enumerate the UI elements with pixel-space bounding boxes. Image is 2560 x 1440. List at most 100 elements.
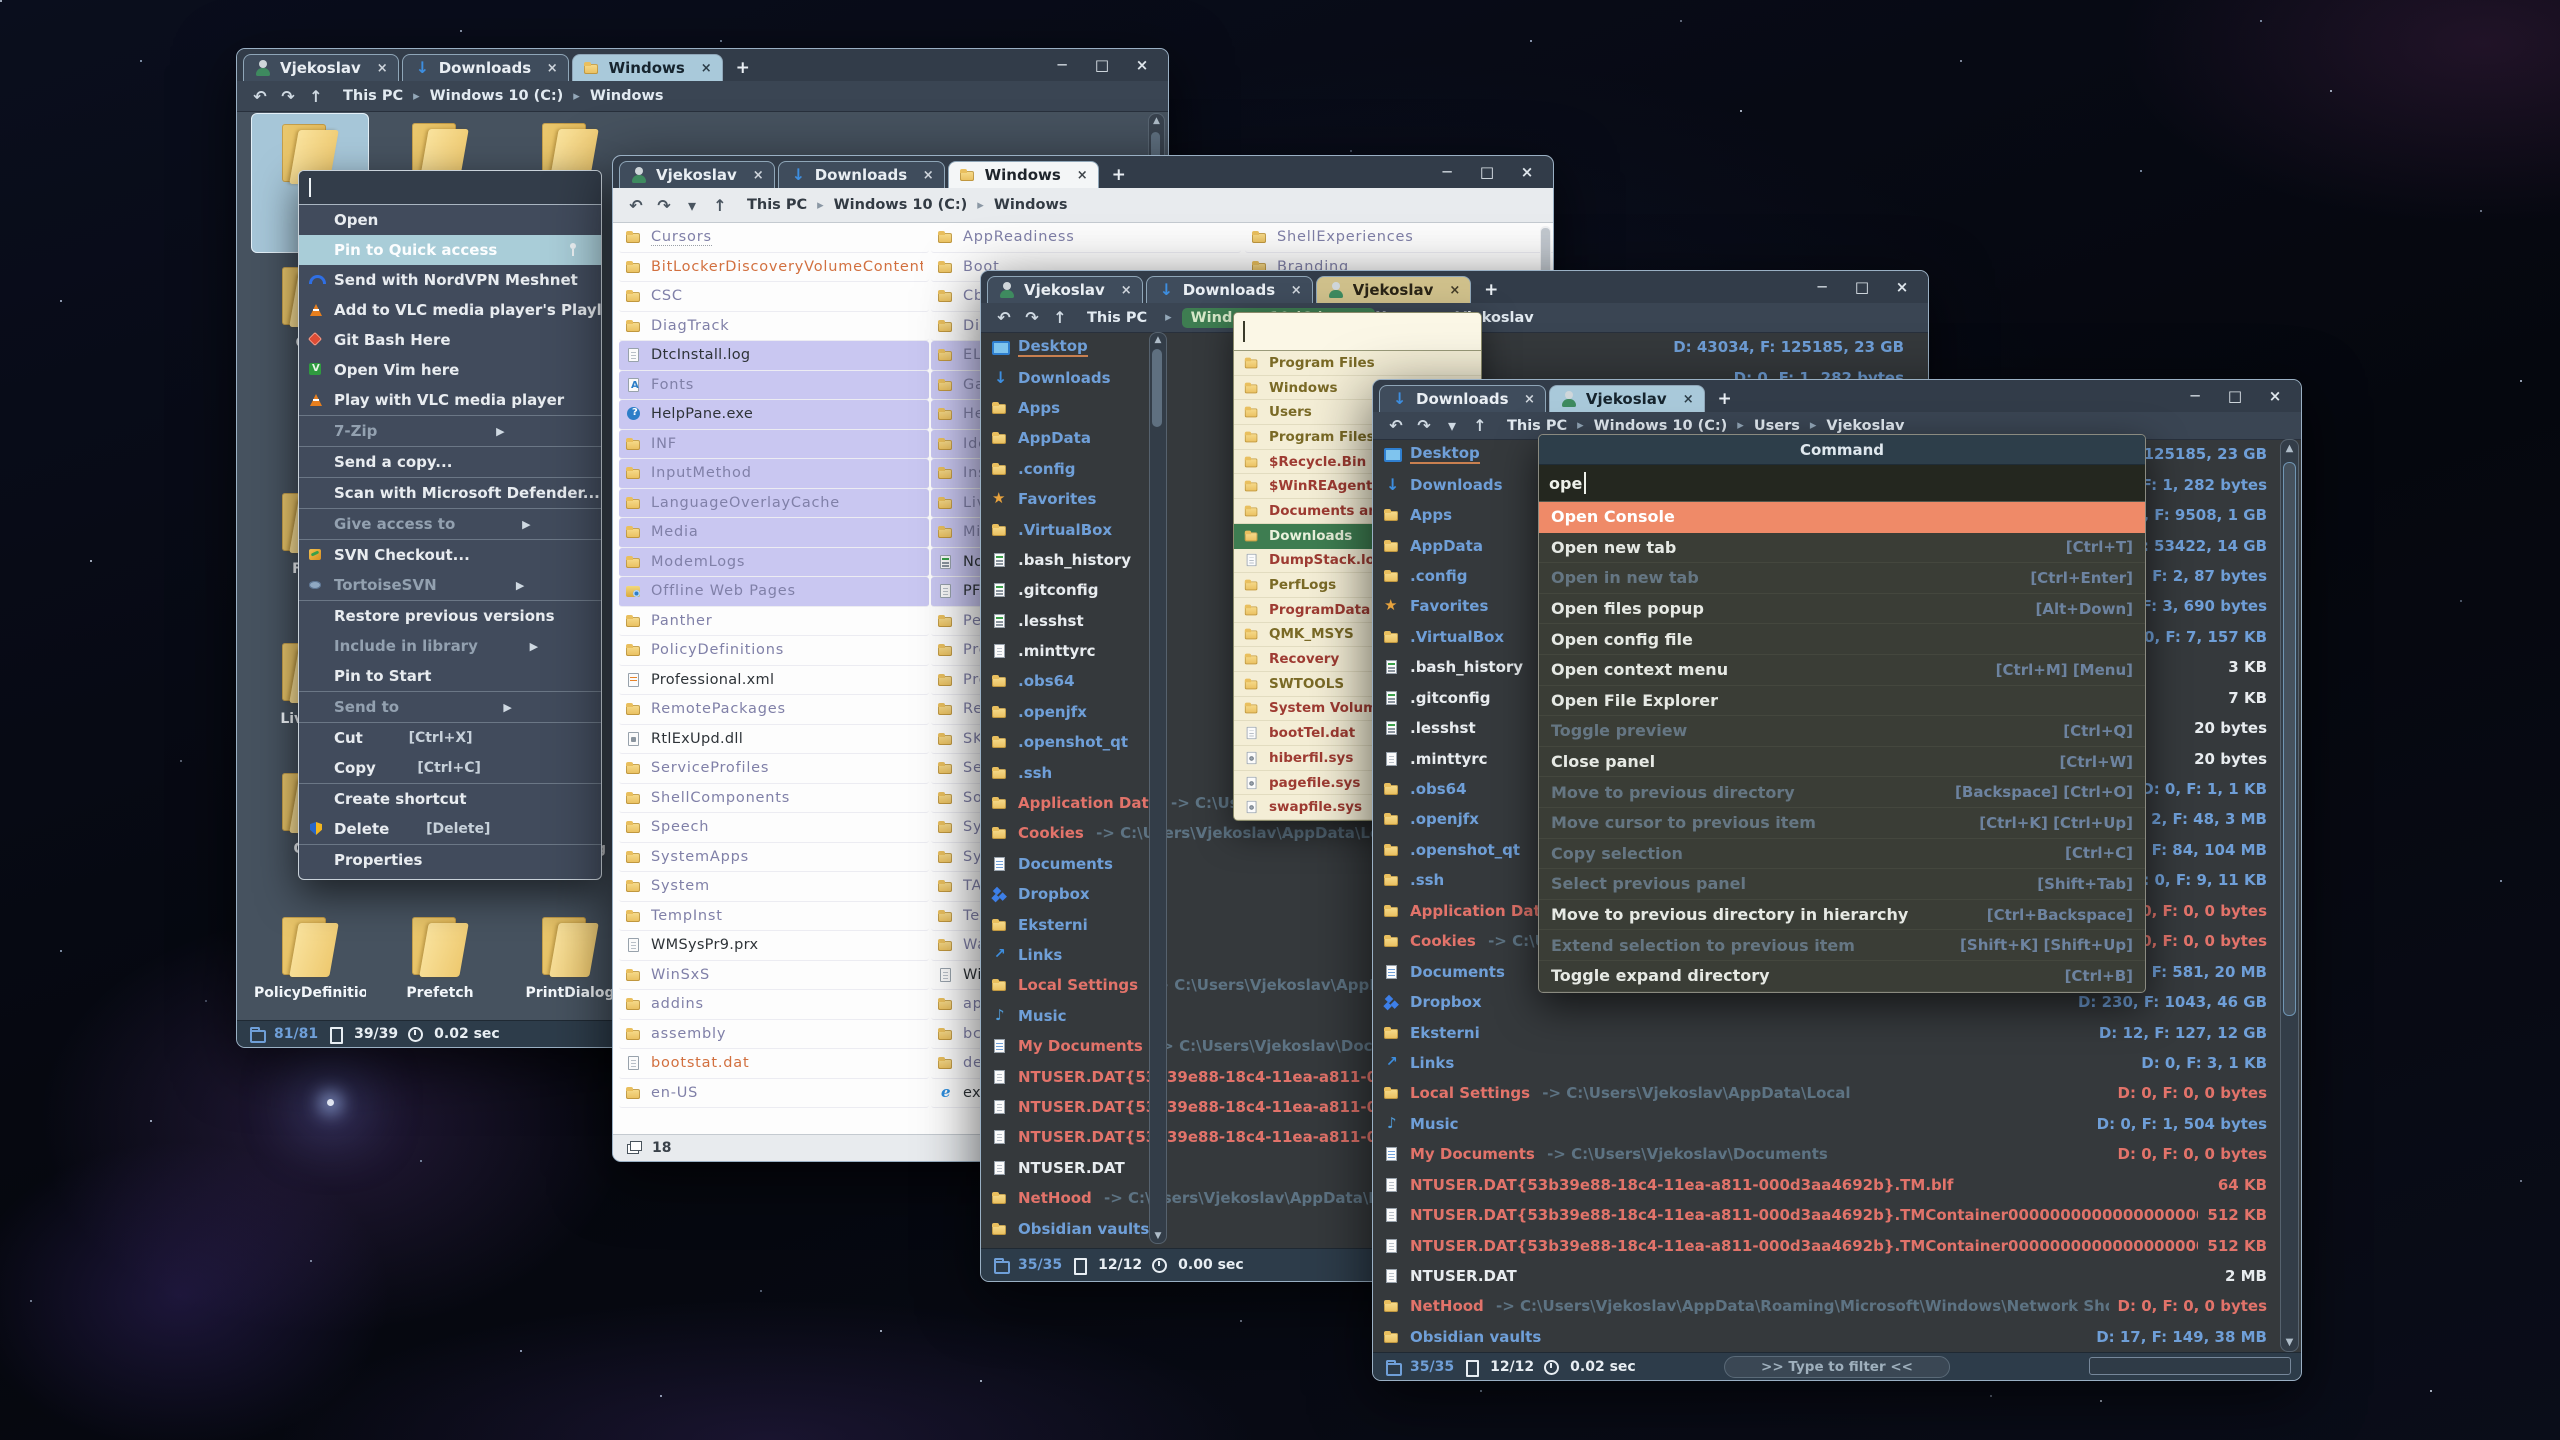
new-tab-button[interactable]: + <box>1474 276 1508 303</box>
context-menu-item[interactable]: Open <box>299 205 601 235</box>
file-row[interactable]: Media <box>619 518 929 548</box>
forward-button[interactable]: ↷ <box>275 87 301 106</box>
file-row[interactable]: ServiceProfiles <box>619 754 929 784</box>
command-palette-item[interactable]: Toggle preview [Ctrl+Q] <box>1539 716 2145 747</box>
file-row[interactable]: DiagTrack <box>619 312 929 342</box>
file-row[interactable]: WMSysPr9.prx <box>619 931 929 961</box>
tab-close-icon[interactable]: × <box>1516 392 1535 407</box>
file-row[interactable]: bootstat.dat <box>619 1049 929 1079</box>
context-menu-item[interactable]: TortoiseSVN ▶ <box>299 570 601 601</box>
command-palette-item[interactable]: Open File Explorer <box>1539 686 2145 717</box>
tab-close-icon[interactable]: × <box>1675 392 1694 407</box>
tab[interactable]: Downloads × <box>1379 385 1546 412</box>
scrollbar[interactable]: ▲ ▼ <box>2280 439 2299 1352</box>
file-row[interactable]: Links D: 0, F: 3, 1 KB <box>1373 1048 2301 1078</box>
history-dropdown-icon[interactable]: ▾ <box>1439 416 1465 435</box>
file-row[interactable]: NTUSER.DAT{53b39e88-18c4-11ea-a811-000d3… <box>1373 1200 2301 1230</box>
file-row[interactable]: Local Settings -> C:\Users\Vjekoslav\App… <box>1373 1078 2301 1108</box>
tab[interactable]: Vjekoslav × <box>619 161 775 188</box>
close-button[interactable]: × <box>1507 163 1547 181</box>
tab-close-icon[interactable]: × <box>915 168 934 183</box>
forward-button[interactable]: ↷ <box>1019 308 1045 327</box>
file-row[interactable]: Fonts <box>619 371 929 401</box>
file-row[interactable]: NTUSER.DAT{53b39e88-18c4-11ea-a811-000d3… <box>1373 1170 2301 1200</box>
tab[interactable]: Vjekoslav × <box>987 276 1143 303</box>
command-palette-item[interactable]: Move to previous directory in hierarchy … <box>1539 900 2145 931</box>
tab[interactable]: Downloads × <box>778 161 945 188</box>
up-button[interactable]: ↑ <box>1047 308 1073 327</box>
close-button[interactable]: × <box>1122 56 1162 74</box>
scrollbar-thumb[interactable] <box>2283 462 2296 1016</box>
file-row[interactable]: Cursors <box>619 223 929 253</box>
minimize-button[interactable]: ─ <box>1042 56 1082 74</box>
scroll-up-icon[interactable]: ▲ <box>1150 335 1166 345</box>
new-tab-button[interactable]: + <box>1708 385 1742 412</box>
file-row[interactable]: PolicyDefinitions <box>619 636 929 666</box>
back-button[interactable]: ↶ <box>247 87 273 106</box>
context-menu-item[interactable]: Git Bash Here <box>299 325 601 355</box>
breadcrumb-item[interactable]: This PC <box>1087 310 1182 326</box>
maximize-button[interactable]: □ <box>2215 387 2255 405</box>
context-menu-item[interactable]: Restore previous versions <box>299 601 601 631</box>
command-palette-input[interactable]: ope <box>1539 465 2145 502</box>
tab[interactable]: Vjekoslav × <box>243 54 399 81</box>
file-row[interactable]: SystemApps <box>619 843 929 873</box>
command-palette-item[interactable]: Move to previous directory [Backspace] [… <box>1539 777 2145 808</box>
breadcrumb-item[interactable]: This PC <box>1507 418 1594 434</box>
tab-close-icon[interactable]: × <box>693 61 712 76</box>
scroll-up-icon[interactable]: ▲ <box>2281 443 2298 454</box>
context-menu-item[interactable]: Delete [Delete] <box>299 814 601 845</box>
minimize-button[interactable]: ─ <box>2175 387 2215 405</box>
file-row[interactable]: NTUSER.DAT 2 MB <box>1373 1261 2301 1291</box>
file-row[interactable]: TempInst <box>619 902 929 932</box>
file-row[interactable]: Obsidian vaults D: 17, F: 149, 38 MB <box>1373 1322 2301 1352</box>
breadcrumb-item[interactable]: Windows 10 (C:) <box>430 88 590 104</box>
context-menu-item[interactable]: Create shortcut <box>299 784 601 814</box>
minimize-button[interactable]: ─ <box>1427 163 1467 181</box>
file-row[interactable]: Offline Web Pages <box>619 577 929 607</box>
context-menu-item[interactable]: Copy [Ctrl+C] <box>299 753 601 784</box>
file-row[interactable]: ShellExperiences <box>1245 223 1554 253</box>
back-button[interactable]: ↶ <box>991 308 1017 327</box>
file-row[interactable]: NTUSER.DAT{53b39e88-18c4-11ea-a811-000d3… <box>1373 1230 2301 1260</box>
context-menu-item[interactable]: Send to ▶ <box>299 692 601 723</box>
context-menu-item[interactable]: SVN Checkout... <box>299 540 601 570</box>
file-row[interactable]: My Documents -> C:\Users\Vjekoslav\Docum… <box>1373 1139 2301 1169</box>
command-palette-item[interactable]: Open Console <box>1539 502 2145 533</box>
list-scrollbar[interactable]: ▲ ▼ <box>1149 332 1167 1244</box>
command-palette-item[interactable]: Extend selection to previous item [Shift… <box>1539 930 2145 961</box>
breadcrumb-item[interactable]: This PC <box>747 197 834 213</box>
file-row[interactable]: HelpPane.exe <box>619 400 929 430</box>
command-palette-item[interactable]: Open config file <box>1539 624 2145 655</box>
up-button[interactable]: ↑ <box>303 87 329 106</box>
close-button[interactable]: × <box>2255 387 2295 405</box>
file-row[interactable]: Speech <box>619 813 929 843</box>
tab-close-icon[interactable]: × <box>369 61 388 76</box>
breadcrumb-item[interactable]: This PC <box>343 88 430 104</box>
command-palette-item[interactable]: Open context menu [Ctrl+M] [Menu] <box>1539 655 2145 686</box>
scroll-down-icon[interactable]: ▼ <box>1150 1231 1166 1241</box>
command-palette-item[interactable]: Move cursor to previous item [Ctrl+K] [C… <box>1539 808 2145 839</box>
context-menu-item[interactable]: Send with NordVPN Meshnet <box>299 265 601 295</box>
tab-close-icon[interactable]: × <box>1069 168 1088 183</box>
close-button[interactable]: × <box>1882 278 1922 296</box>
new-tab-button[interactable]: + <box>726 54 760 81</box>
tab[interactable]: Vjekoslav × <box>1549 385 1705 412</box>
type-to-filter-button[interactable]: >> Type to filter << <box>1724 1356 1950 1378</box>
file-row[interactable]: BitLockerDiscoveryVolumeContents <box>619 253 929 283</box>
context-menu-filter-input[interactable] <box>299 171 601 205</box>
file-row[interactable]: addins <box>619 990 929 1020</box>
maximize-button[interactable]: □ <box>1082 56 1122 74</box>
tab[interactable]: Windows × <box>948 161 1099 188</box>
context-menu-item[interactable]: Play with VLC media player <box>299 385 601 416</box>
context-menu-item[interactable]: Scan with Microsoft Defender... <box>299 478 601 509</box>
tab[interactable]: Downloads × <box>1146 276 1313 303</box>
context-menu-item[interactable]: Include in library ▶ <box>299 631 601 661</box>
file-row[interactable]: RemotePackages <box>619 695 929 725</box>
tab-close-icon[interactable]: × <box>539 61 558 76</box>
context-menu-item[interactable]: 7-Zip ▶ <box>299 416 601 447</box>
context-menu-item[interactable]: Properties <box>299 845 601 875</box>
file-row[interactable]: ModemLogs <box>619 548 929 578</box>
up-button[interactable]: ↑ <box>1467 416 1493 435</box>
context-menu-item[interactable]: Send a copy... <box>299 447 601 478</box>
